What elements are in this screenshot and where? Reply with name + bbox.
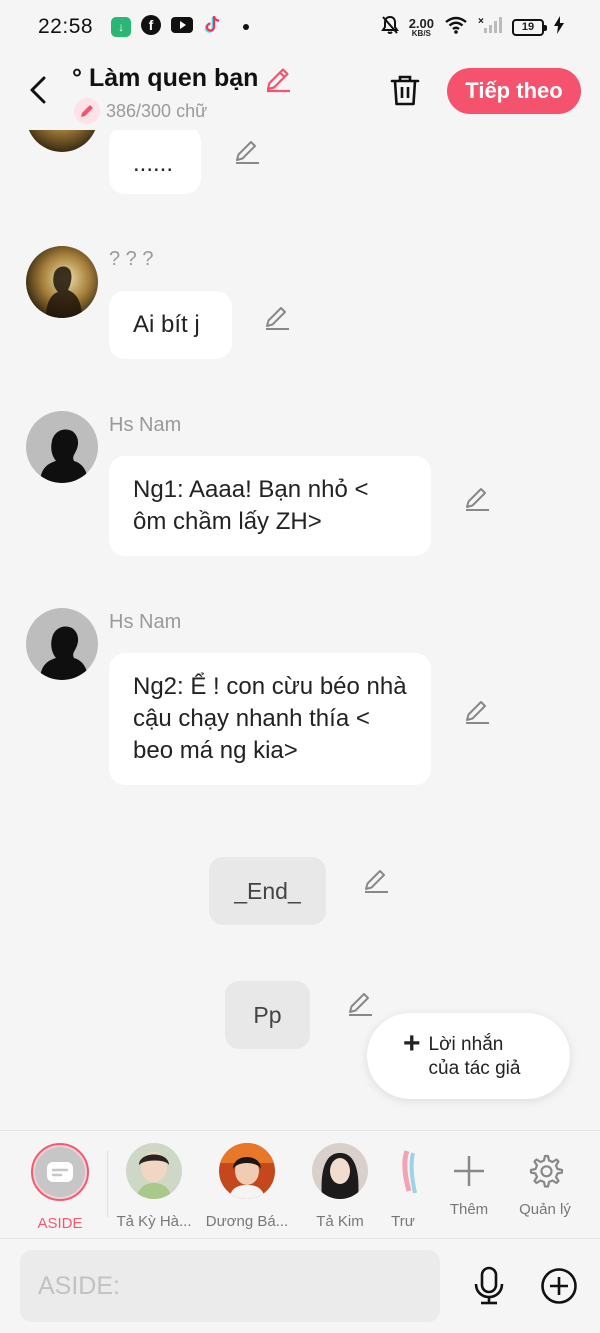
trash-icon — [390, 75, 420, 106]
battery-level: 19 — [521, 21, 535, 33]
character-name: Tả Kỳ Hà... — [116, 1213, 192, 1230]
svg-text:×: × — [478, 16, 484, 27]
mute-icon — [380, 15, 399, 40]
plus-circle-icon — [541, 1268, 577, 1304]
character-name: Dương Bá... — [205, 1213, 289, 1230]
message-text: ...... — [133, 150, 174, 177]
author-note-line2: của tác giả — [428, 1058, 521, 1079]
signal-icon: × — [478, 16, 502, 39]
character-item[interactable]: Dương Bá... — [205, 1143, 289, 1230]
net-speed-unit: KB/S — [411, 28, 431, 38]
character-aside[interactable]: ASIDE — [18, 1143, 102, 1232]
microphone-icon — [474, 1266, 504, 1305]
narration-bubble[interactable]: Pp — [225, 981, 310, 1049]
character-item[interactable]: Tả Kỳ Hà... — [112, 1143, 196, 1230]
edit-message-icon[interactable] — [346, 990, 374, 1018]
avatar[interactable] — [26, 130, 98, 152]
status-bar: 22:58 ↓ f 2.00 KB/S × 19 — [0, 0, 600, 54]
aside-avatar — [31, 1143, 89, 1201]
add-button[interactable] — [538, 1265, 580, 1307]
chat-area[interactable]: ...... ? ? ? Ai bít j Hs Nam Ng1: Aaaa! … — [0, 130, 600, 1130]
avatar[interactable] — [26, 246, 98, 318]
character-avatar — [385, 1143, 421, 1199]
delete-button[interactable] — [386, 70, 424, 110]
battery-icon: 19 — [512, 18, 547, 36]
character-avatar — [312, 1143, 368, 1199]
network-speed: 2.00 KB/S — [409, 17, 434, 38]
message-bubble[interactable]: ...... — [109, 130, 201, 194]
message-text: Ng1: Aaaa! Bạn nhỏ < ôm chầm lấy ZH> — [133, 476, 369, 535]
author-note-button[interactable]: + Lời nhắn của tác giả — [367, 1013, 570, 1099]
chat-bubble-icon — [47, 1162, 73, 1182]
sender-name: Hs Nam — [109, 414, 182, 436]
message-text: Ai bít j — [133, 311, 200, 338]
narration-bubble[interactable]: _End_ — [209, 857, 326, 925]
character-name: Tả Kim — [316, 1213, 364, 1230]
manage-button[interactable]: Quản lý — [503, 1143, 587, 1218]
next-button[interactable]: Tiếp theo — [447, 68, 581, 114]
message-bubble[interactable]: Ng1: Aaaa! Bạn nhỏ < ôm chầm lấy ZH> — [109, 456, 431, 556]
facebook-icon: f — [141, 14, 162, 40]
net-speed-value: 2.00 — [408, 15, 434, 31]
edit-message-icon[interactable] — [233, 138, 261, 166]
status-time: 22:58 — [38, 15, 94, 38]
back-button[interactable] — [22, 72, 54, 108]
divider — [107, 1151, 108, 1217]
edit-message-icon[interactable] — [362, 867, 390, 895]
message-input[interactable] — [20, 1250, 440, 1322]
message-text: Ng2: Ể ! con cừu béo nhà cậu chạy nhanh … — [133, 673, 407, 764]
dot-icon — [243, 24, 250, 30]
sender-name: ? ? ? — [109, 248, 154, 270]
word-counter: 386/300 chữ — [74, 98, 207, 124]
plus-icon — [454, 1156, 484, 1186]
title-row[interactable]: ° Làm quen bạn — [72, 64, 292, 93]
page-title: ° Làm quen bạn — [72, 64, 259, 92]
gear-icon — [529, 1154, 563, 1188]
edit-message-icon[interactable] — [463, 485, 491, 513]
character-avatar — [219, 1143, 275, 1199]
character-item[interactable]: Trư — [385, 1143, 421, 1230]
top-bar: ° Làm quen bạn 386/300 chữ Tiếp theo — [0, 54, 600, 130]
message-bubble[interactable]: Ai bít j — [109, 291, 232, 359]
character-item[interactable]: Tả Kim — [298, 1143, 382, 1230]
tiktok-icon — [203, 15, 221, 40]
wifi-icon — [444, 16, 468, 39]
author-note-line1: Lời nhắn — [428, 1034, 504, 1055]
youtube-icon — [171, 16, 194, 38]
sender-name: Hs Nam — [109, 611, 182, 633]
narration-text: Pp — [253, 1001, 282, 1028]
avatar[interactable] — [26, 411, 98, 483]
pencil-badge-icon — [74, 98, 100, 124]
manage-label: Quản lý — [519, 1201, 571, 1218]
add-character-button[interactable]: Thêm — [427, 1143, 511, 1218]
character-name: ASIDE — [37, 1215, 83, 1232]
avatar[interactable] — [26, 608, 98, 680]
character-name: Trư — [391, 1213, 415, 1230]
add-label: Thêm — [449, 1201, 489, 1218]
edit-message-icon[interactable] — [463, 698, 491, 726]
character-avatar — [126, 1143, 182, 1199]
app-notification-icon: ↓ — [111, 17, 132, 37]
svg-text:f: f — [149, 17, 154, 33]
input-bar — [0, 1238, 600, 1333]
message-bubble[interactable]: Ng2: Ể ! con cừu béo nhà cậu chạy nhanh … — [109, 653, 431, 785]
notification-icons: ↓ f — [111, 14, 250, 40]
edit-message-icon[interactable] — [263, 304, 291, 332]
character-bar: ASIDE Tả Kỳ Hà... Dương Bá... Tả Kim Trư… — [0, 1130, 600, 1238]
edit-title-icon[interactable] — [264, 65, 292, 93]
charging-icon — [554, 15, 564, 39]
word-count: 386/300 chữ — [106, 100, 208, 121]
chevron-left-icon — [30, 76, 46, 104]
narration-text: _End_ — [234, 877, 301, 904]
voice-button[interactable] — [468, 1263, 510, 1309]
plus-icon: + — [403, 1027, 421, 1060]
